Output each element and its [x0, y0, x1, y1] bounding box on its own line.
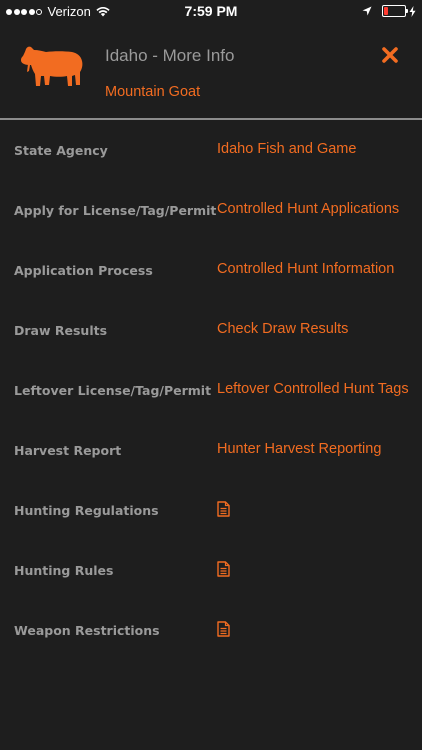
- species-name: Mountain Goat: [105, 84, 201, 100]
- list-item: Weapon Restrictions: [0, 600, 422, 660]
- harvest-report-link[interactable]: Hunter Harvest Reporting: [217, 441, 381, 457]
- document-icon[interactable]: [217, 501, 230, 517]
- status-time: 7:59 PM: [184, 3, 238, 19]
- list-item: Leftover License/Tag/Permit Leftover Con…: [0, 360, 422, 420]
- status-bar: Verizon 7:59 PM: [0, 0, 422, 22]
- state-agency-link[interactable]: Idaho Fish and Game: [217, 141, 356, 157]
- battery-nub: [406, 9, 408, 13]
- draw-results-link[interactable]: Check Draw Results: [217, 321, 348, 337]
- location-arrow-icon: [362, 6, 372, 16]
- page-title: Idaho - More Info: [105, 46, 235, 65]
- row-label: Hunting Rules: [14, 563, 114, 578]
- list-item: Draw Results Check Draw Results: [0, 300, 422, 360]
- list-item: Hunting Regulations: [0, 480, 422, 540]
- list-item: Application Process Controlled Hunt Info…: [0, 240, 422, 300]
- row-label: Application Process: [14, 263, 153, 278]
- list-item: State Agency Idaho Fish and Game: [0, 120, 422, 180]
- charging-bolt-icon: [409, 5, 416, 17]
- battery-level: [384, 7, 388, 15]
- leftover-tags-link[interactable]: Leftover Controlled Hunt Tags: [217, 381, 409, 397]
- close-button[interactable]: [377, 42, 403, 68]
- row-label: Leftover License/Tag/Permit: [14, 383, 212, 398]
- row-label: Apply for License/Tag/Permit: [14, 203, 217, 218]
- list-item: Apply for License/Tag/Permit Controlled …: [0, 180, 422, 240]
- status-right: [362, 5, 416, 17]
- list-item: Hunting Rules: [0, 540, 422, 600]
- application-process-link[interactable]: Controlled Hunt Information: [217, 261, 394, 277]
- mountain-goat-icon: [21, 46, 83, 86]
- row-label: Harvest Report: [14, 443, 122, 458]
- document-icon[interactable]: [217, 621, 230, 637]
- row-label: State Agency: [14, 143, 108, 158]
- battery-icon: [382, 5, 408, 17]
- row-label: Weapon Restrictions: [14, 623, 160, 638]
- document-icon[interactable]: [217, 561, 230, 577]
- header: Idaho - More Info Mountain Goat: [0, 22, 422, 118]
- row-label: Draw Results: [14, 323, 108, 338]
- close-icon: [382, 47, 398, 63]
- list-item: Harvest Report Hunter Harvest Reporting: [0, 420, 422, 480]
- row-label: Hunting Regulations: [14, 503, 159, 518]
- apply-license-link[interactable]: Controlled Hunt Applications: [217, 201, 399, 217]
